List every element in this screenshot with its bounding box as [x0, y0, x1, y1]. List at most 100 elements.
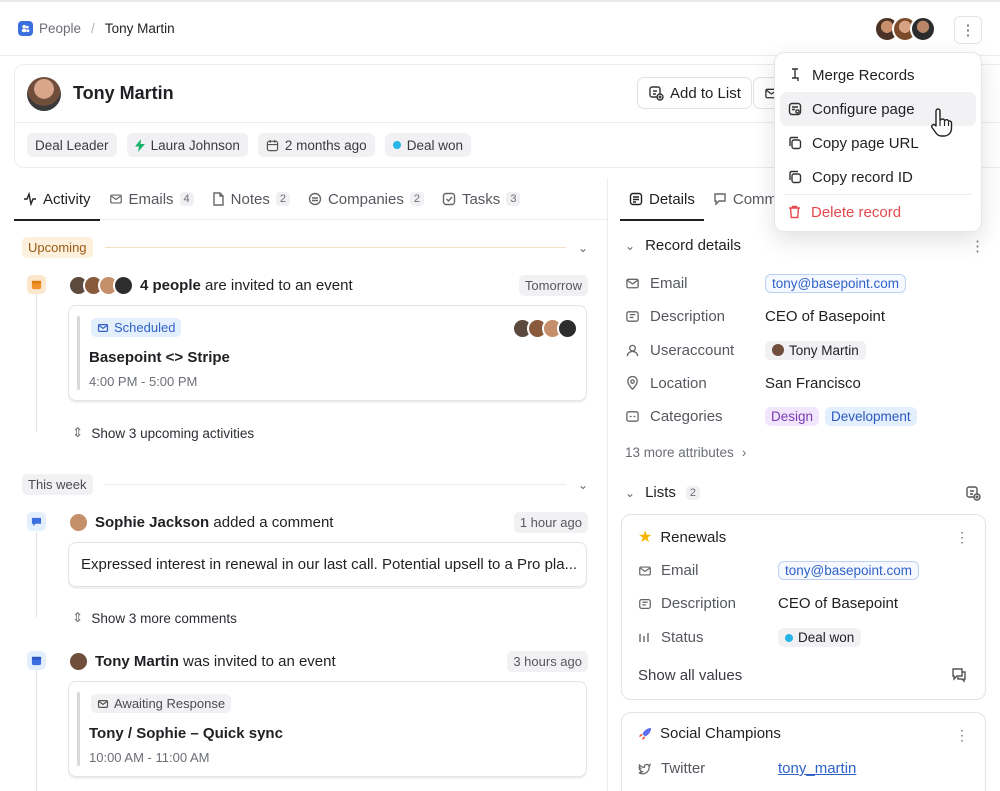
- chevron-down-icon[interactable]: ⌄: [578, 241, 588, 255]
- comment-icon: [713, 192, 727, 206]
- tag-label: Laura Johnson: [150, 137, 240, 153]
- attribute-description[interactable]: Description CEO of Basepoint: [625, 301, 985, 331]
- show-comments-button[interactable]: ⇕ Show 3 more comments: [72, 610, 237, 626]
- tab-label: Details: [649, 190, 695, 208]
- tag-owner[interactable]: Laura Johnson: [126, 133, 248, 157]
- invite-row[interactable]: Tony Martin was invited to an event 3 ho…: [68, 650, 588, 672]
- comment-author: Sophie Jackson: [95, 513, 210, 531]
- status-dot: [392, 141, 401, 149]
- tag-deal-leader[interactable]: Deal Leader: [27, 133, 117, 157]
- event-time-range: 10:00 AM - 11:00 AM: [89, 750, 210, 765]
- list-add-icon[interactable]: [965, 485, 981, 501]
- section-title: Lists: [645, 484, 676, 501]
- twitter-handle[interactable]: tony_martin: [778, 760, 856, 777]
- email-value[interactable]: tony@basepoint.com: [778, 561, 920, 580]
- list-attribute-email[interactable]: Email tony@basepoint.com: [638, 561, 920, 580]
- section-title: Record details: [645, 237, 741, 254]
- tab-tasks[interactable]: Tasks 3: [433, 178, 529, 220]
- menu-label: Merge Records: [812, 66, 915, 84]
- kebab-icon[interactable]: ⋮: [955, 727, 969, 744]
- list-attribute-description[interactable]: Description CEO of Basepoint: [638, 595, 898, 612]
- comments-icon[interactable]: [951, 667, 967, 683]
- attr-label: Email: [661, 562, 699, 579]
- list-card-social-champions[interactable]: Social Champions ⋮ Twitter tony_martin: [621, 712, 986, 791]
- attribute-useraccount[interactable]: Useraccount Tony Martin: [625, 335, 985, 365]
- chevron-down-icon: ⌄: [625, 485, 636, 500]
- tag-status[interactable]: Deal won: [384, 133, 471, 157]
- status-badge: Scheduled: [91, 318, 182, 337]
- attribute-email[interactable]: Email tony@basepoint.com: [625, 268, 985, 298]
- tab-emails[interactable]: Emails 4: [100, 178, 203, 220]
- record-details-header[interactable]: ⌄ Record details ⋮: [625, 237, 985, 255]
- comment-row[interactable]: Sophie Jackson added a comment 1 hour ag…: [68, 511, 588, 533]
- comment-time: 1 hour ago: [513, 511, 588, 533]
- kebab-icon[interactable]: ⋮: [955, 529, 969, 546]
- attr-label: Status: [661, 629, 704, 646]
- more-attributes-link[interactable]: 13 more attributes ›: [625, 445, 746, 460]
- status-badge: Awaiting Response: [91, 694, 232, 713]
- kebab-icon[interactable]: ⋮: [970, 237, 985, 255]
- tab-count: 3: [506, 192, 521, 206]
- breadcrumb: People / Tony Martin: [18, 21, 175, 36]
- this-week-section-header[interactable]: This week ⌄: [22, 474, 588, 495]
- category-pill[interactable]: Design: [765, 406, 820, 426]
- chevron-down-icon[interactable]: ⌄: [578, 478, 588, 492]
- menu-item-delete[interactable]: Delete record: [780, 195, 976, 229]
- event-title: Tony / Sophie – Quick sync: [89, 725, 283, 742]
- activity-tabs: Activity Emails 4 Notes 2 Companies 2 Ta…: [14, 178, 608, 221]
- tab-label: Emails: [128, 190, 174, 208]
- attr-value: Tony Martin: [789, 342, 859, 358]
- text-icon: [638, 597, 652, 611]
- show-more-label: Show 3 more comments: [91, 610, 237, 626]
- rocket-icon: [638, 727, 652, 741]
- avatar: [557, 318, 578, 339]
- add-to-list-button[interactable]: Add to List: [637, 77, 752, 109]
- comment-icon: [27, 512, 46, 531]
- expand-icon: ⇕: [72, 610, 84, 625]
- list-attribute-twitter[interactable]: Twitter tony_martin: [638, 760, 856, 777]
- tab-count: 2: [409, 192, 424, 206]
- show-all-values-button[interactable]: Show all values: [638, 667, 742, 684]
- event-card[interactable]: Awaiting Response Tony / Sophie – Quick …: [68, 681, 587, 777]
- people-icon: [18, 21, 33, 36]
- comment-card[interactable]: Expressed interest in renewal in our las…: [68, 542, 587, 587]
- tab-companies[interactable]: Companies 2: [299, 178, 433, 220]
- merge-icon: [788, 68, 802, 82]
- tag-date[interactable]: 2 months ago: [257, 133, 375, 157]
- breadcrumb-root[interactable]: People: [39, 21, 81, 36]
- tab-details[interactable]: Details: [620, 178, 704, 221]
- event-card[interactable]: Scheduled Basepoint <> Stripe 4:00 PM - …: [68, 305, 587, 401]
- more-options-button[interactable]: ⋮: [954, 16, 982, 44]
- record-name: Tony Martin: [73, 83, 174, 103]
- card-attendee-avatars: [512, 318, 578, 339]
- user-icon: [625, 343, 640, 358]
- add-to-list-label: Add to List: [670, 84, 741, 102]
- attr-value: CEO of Basepoint: [765, 307, 886, 325]
- menu-item-copy-id[interactable]: Copy record ID: [780, 160, 976, 194]
- menu-item-merge[interactable]: Merge Records: [780, 58, 976, 92]
- companies-icon: [308, 192, 322, 206]
- email-value[interactable]: tony@basepoint.com: [765, 273, 907, 293]
- event-people: 4 people: [140, 276, 201, 294]
- upcoming-section-header[interactable]: Upcoming ⌄: [22, 237, 588, 258]
- tab-activity[interactable]: Activity: [14, 178, 100, 221]
- lists-count: 2: [685, 485, 701, 500]
- status-badge[interactable]: Deal won: [778, 628, 862, 647]
- attr-label: Email: [650, 274, 688, 292]
- timeline-line: [36, 670, 37, 791]
- attribute-categories[interactable]: Categories Design Development: [625, 401, 985, 431]
- lists-header[interactable]: ⌄ Lists 2: [625, 484, 985, 501]
- comment-action: added a comment: [209, 513, 334, 531]
- tab-label: Tasks: [461, 190, 501, 208]
- attendee-avatars: [68, 274, 134, 296]
- upcoming-event-row[interactable]: 4 people are invited to an event Tomorro…: [68, 274, 588, 296]
- tab-notes[interactable]: Notes 2: [203, 178, 299, 220]
- list-card-renewals[interactable]: ★ Renewals ⋮ Email tony@basepoint.com De…: [621, 514, 986, 700]
- category-pill[interactable]: Development: [825, 406, 917, 426]
- menu-label: Configure page: [812, 100, 915, 118]
- collaborator-avatars[interactable]: [874, 16, 936, 42]
- show-upcoming-button[interactable]: ⇕ Show 3 upcoming activities: [72, 425, 254, 441]
- user-pill[interactable]: Tony Martin: [765, 340, 866, 360]
- list-attribute-status[interactable]: Status Deal won: [638, 628, 862, 647]
- attribute-location[interactable]: Location San Francisco: [625, 368, 985, 398]
